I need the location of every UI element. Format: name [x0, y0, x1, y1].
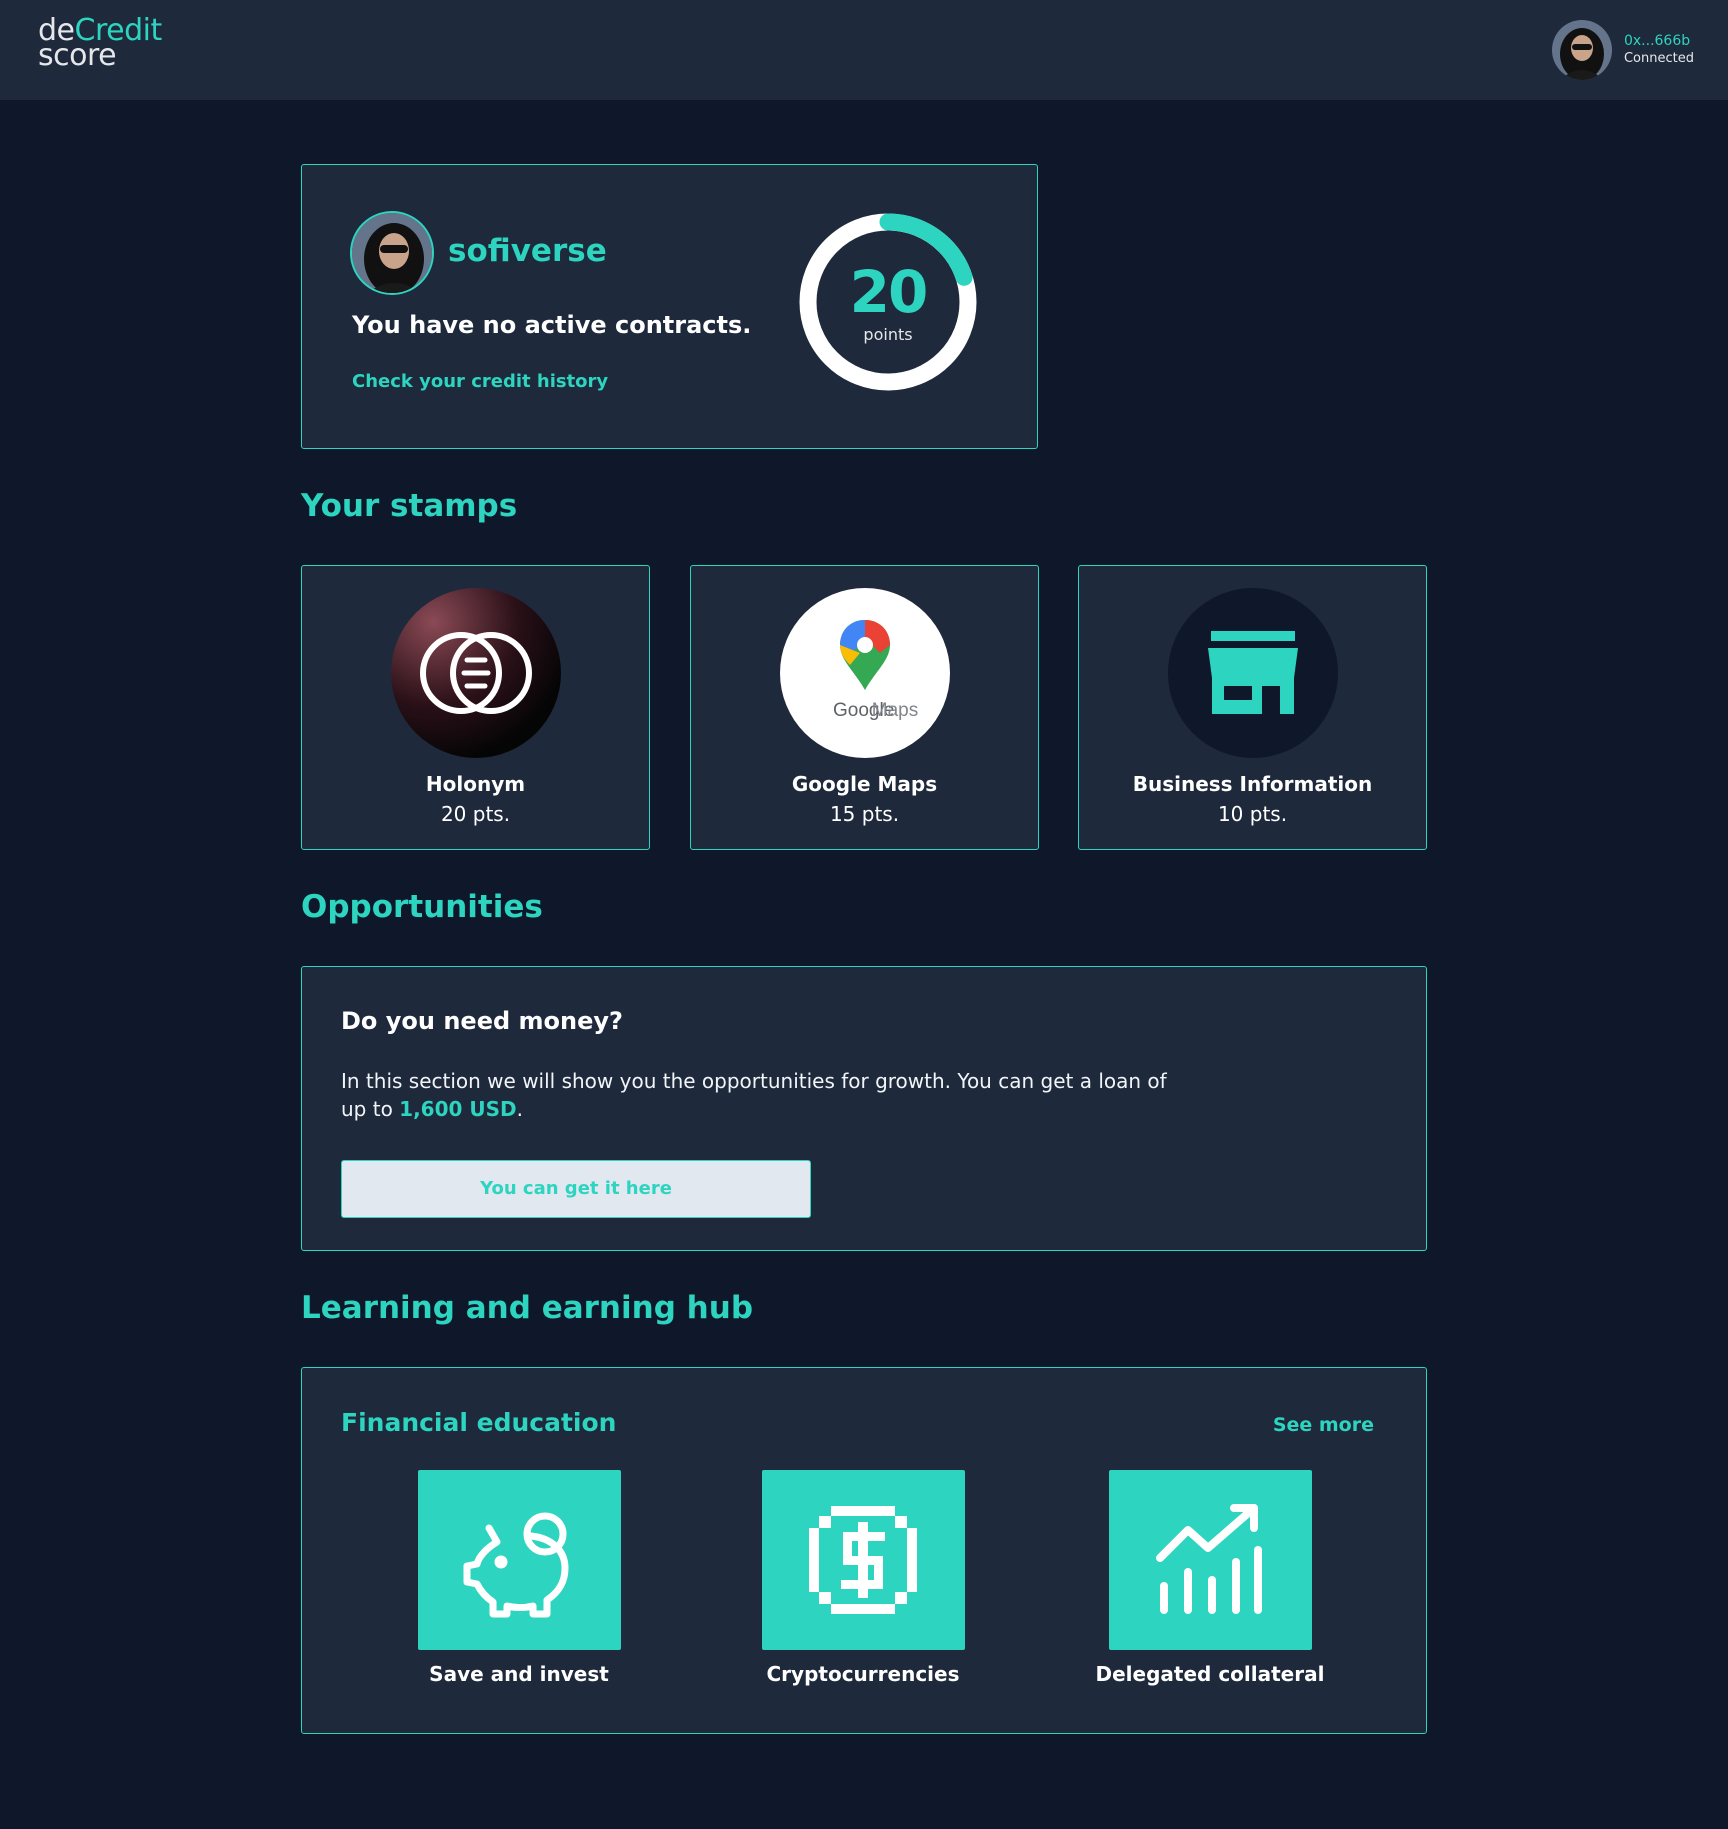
stamp-google-maps[interactable]: Google Maps Google Maps 15 pts. — [690, 565, 1039, 850]
score-value: 20 — [849, 258, 929, 326]
stamp-name: Google Maps — [791, 772, 938, 796]
hub-title: Learning and earning hub — [301, 1290, 754, 1326]
growth-chart-icon[interactable] — [1108, 1470, 1312, 1650]
holonym-logo-icon — [390, 588, 561, 758]
course-label: Delegated collateral — [1095, 1662, 1325, 1686]
get-loan-button[interactable]: You can get it here — [341, 1160, 811, 1218]
opportunity-heading: Do you need money? — [341, 1007, 623, 1035]
course-label: Save and invest — [429, 1662, 609, 1686]
maps-logo-text: Maps — [871, 700, 917, 721]
stamp-name: Business Information — [1132, 772, 1373, 796]
financial-education-title: Financial education — [341, 1408, 617, 1437]
stamp-holonym[interactable]: Holonym 20 pts. — [301, 565, 650, 850]
dollar-coin-icon[interactable] — [761, 1470, 965, 1650]
stamp-business-information[interactable]: Business Information 10 pts. — [1078, 565, 1427, 850]
opportunity-text-end: . — [516, 1097, 524, 1121]
profile-avatar — [350, 211, 434, 295]
course-cryptocurrencies[interactable]: Cryptocurrencies — [748, 1470, 978, 1686]
loan-amount: 1,600 USD — [399, 1097, 517, 1121]
user-avatar-icon — [1551, 20, 1612, 80]
course-delegated-collateral[interactable]: Delegated collateral — [1095, 1470, 1325, 1686]
avatar[interactable] — [1551, 20, 1612, 80]
course-label: Cryptocurrencies — [766, 1662, 960, 1686]
stamp-points: 15 pts. — [829, 802, 900, 826]
opportunities-title: Opportunities — [301, 889, 543, 925]
top-bar: deCredit score 0x...666b Connected — [0, 0, 1728, 100]
piggy-bank-icon[interactable] — [417, 1470, 621, 1650]
decredit-logo[interactable]: deCredit score — [38, 16, 162, 71]
store-icon — [1167, 588, 1338, 758]
financial-education-card: Financial education See more Save and in… — [301, 1367, 1427, 1734]
see-more-link[interactable]: See more — [1273, 1414, 1374, 1436]
stamp-points: 10 pts. — [1217, 802, 1288, 826]
stamp-name: Holonym — [425, 772, 526, 796]
stamp-points: 20 pts. — [440, 802, 511, 826]
google-maps-logo-icon: Google Maps — [779, 588, 950, 758]
user-avatar-icon — [352, 213, 432, 293]
score-label: points — [863, 325, 913, 344]
profile-card: sofiverse You have no active contracts. … — [301, 164, 1038, 449]
contracts-message: You have no active contracts. — [352, 311, 752, 339]
wallet-address: 0x...666b — [1623, 33, 1691, 49]
wallet-connection[interactable]: 0x...666b Connected — [1551, 20, 1694, 80]
credit-history-link[interactable]: Check your credit history — [352, 371, 608, 392]
opportunity-description: In this section we will show you the opp… — [341, 1067, 1181, 1123]
course-save-and-invest[interactable]: Save and invest — [404, 1470, 634, 1686]
stamps-title: Your stamps — [301, 488, 518, 524]
wallet-status: Connected — [1623, 51, 1694, 66]
opportunity-card: Do you need money? In this section we wi… — [301, 966, 1427, 1251]
username: sofiverse — [448, 233, 607, 269]
